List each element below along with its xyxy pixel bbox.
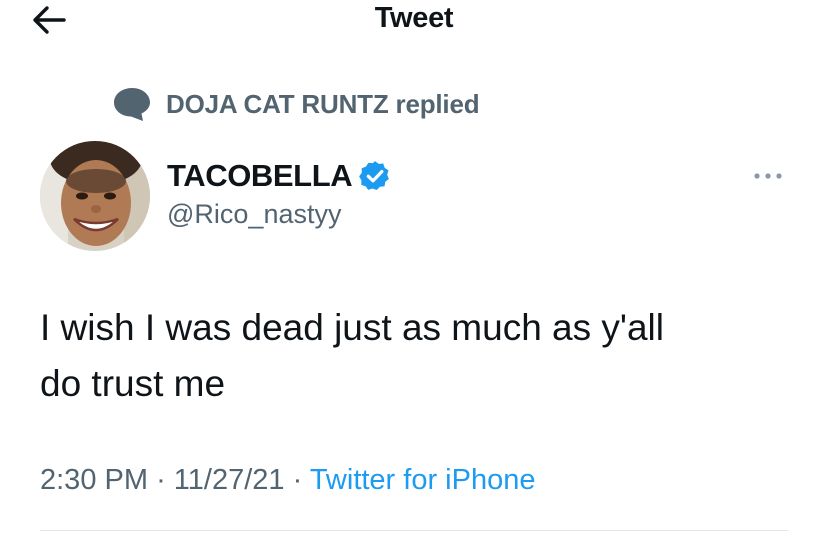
more-dots-icon	[754, 173, 782, 179]
top-bar: Tweet	[0, 0, 828, 40]
divider	[40, 530, 788, 531]
social-context-text: DOJA CAT RUNTZ replied	[166, 88, 480, 119]
avatar[interactable]	[40, 141, 150, 251]
meta-separator: ·	[156, 464, 166, 496]
author-name[interactable]: TACOBELLA	[167, 158, 353, 194]
tweet-source-link[interactable]: Twitter for iPhone	[310, 464, 536, 496]
profile-photo	[40, 141, 150, 251]
page-title: Tweet	[374, 2, 454, 34]
meta-separator: ·	[292, 464, 303, 496]
speech-bubble-icon	[114, 88, 150, 121]
tweet-text: I wish I was dead just as much as y'all …	[40, 307, 664, 404]
social-context[interactable]: DOJA CAT RUNTZ replied	[112, 86, 480, 122]
tweet-time[interactable]: 2:30 PM	[40, 464, 148, 496]
verified-badge-icon	[359, 161, 390, 191]
tweet-date[interactable]: 11/27/21	[174, 464, 285, 496]
tweet-metadata: 2:30 PM · 11/27/21 · Twitter for iPhone	[40, 464, 535, 497]
author-name-row: TACOBELLA	[167, 156, 392, 196]
author-handle[interactable]: @Rico_nastyy	[167, 199, 341, 230]
more-options-button[interactable]	[748, 166, 788, 186]
